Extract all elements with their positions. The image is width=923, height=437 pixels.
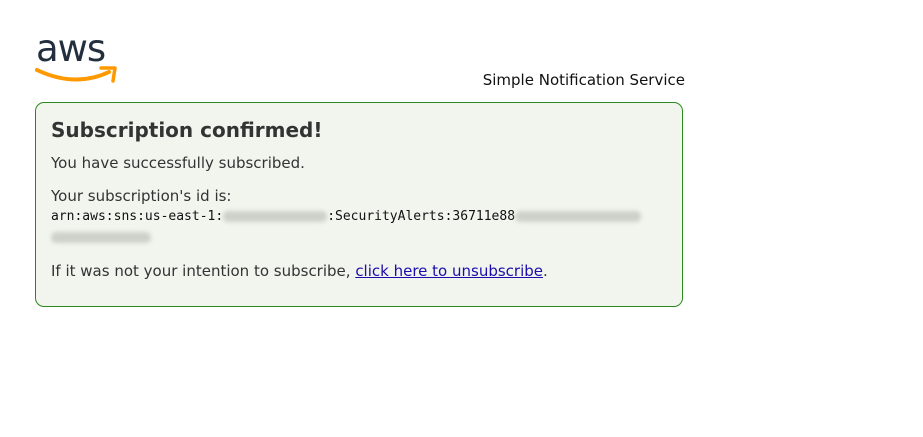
page: aws Simple Notification Service Subscrip…	[0, 0, 923, 437]
unsubscribe-line: If it was not your intention to subscrib…	[51, 261, 667, 281]
aws-logo: aws	[35, 27, 125, 92]
arn-prefix: arn:aws:sns:us-east-1:	[51, 209, 224, 224]
redacted-account-id	[223, 211, 328, 222]
unsubscribe-link[interactable]: click here to unsubscribe	[355, 262, 543, 280]
unsubscribe-text: If it was not your intention to subscrib…	[51, 262, 356, 280]
aws-logo-text: aws	[36, 27, 106, 70]
aws-smile-icon	[35, 66, 117, 83]
redacted-arn-suffix-1	[515, 211, 642, 222]
confirmation-title: Subscription confirmed!	[51, 118, 323, 142]
subscription-arn-continued	[51, 227, 667, 248]
success-message: You have successfully subscribed.	[51, 154, 305, 172]
subscription-id-label: Your subscription's id is:	[51, 187, 232, 205]
arn-topic: :SecurityAlerts:36711e88	[327, 209, 516, 224]
confirmation-panel: Subscription confirmed! You have success…	[35, 102, 683, 307]
unsubscribe-suffix: .	[543, 262, 548, 280]
header: aws Simple Notification Service	[35, 27, 685, 92]
service-name: Simple Notification Service	[482, 71, 685, 89]
subscription-arn: arn:aws:sns:us-east-1: :SecurityAlerts:36…	[51, 206, 667, 227]
redacted-arn-suffix-2	[51, 232, 151, 243]
